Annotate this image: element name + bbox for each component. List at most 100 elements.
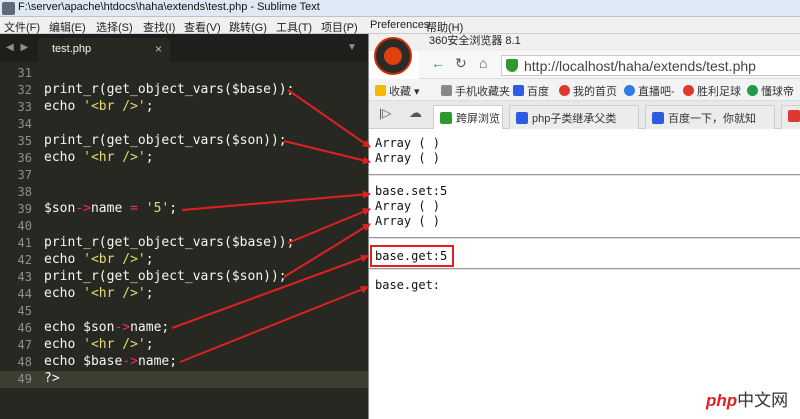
sidebar-toggle-icon[interactable]: |▷ bbox=[379, 106, 391, 120]
horizontal-rule bbox=[369, 268, 800, 270]
browser-window: 360安全浏览器 8.1 ← ↻ ⌂ http://localhost/haha… bbox=[368, 34, 800, 419]
security-shield-icon bbox=[506, 59, 518, 72]
code-line[interactable]: echo '<br />'; bbox=[44, 99, 154, 114]
code-line[interactable]: echo $base->name; bbox=[44, 354, 177, 369]
editor-tab-label: test.php bbox=[52, 43, 92, 55]
refresh-icon[interactable]: ↻ bbox=[455, 55, 467, 72]
menu-file[interactable]: 文件(F) bbox=[4, 19, 40, 35]
menu-project[interactable]: 项目(P) bbox=[321, 19, 358, 35]
code-editor[interactable]: 31 32 33 34 35 36 37 38 39 40 41 42 43 44 45 46 47 48 49 p… bbox=[0, 62, 370, 419]
menu-selection[interactable]: 选择(S) bbox=[96, 19, 133, 35]
browser-tab-php[interactable]: php子类继承父类 bbox=[509, 105, 639, 129]
menu-view[interactable]: 查看(V) bbox=[184, 19, 221, 35]
line-number: 35 bbox=[17, 134, 32, 148]
editor-tab-bar: ◀ ▶ test.php × bbox=[0, 34, 370, 62]
output-line: base.set:5 bbox=[375, 184, 448, 198]
url-text: http://localhost/haha/extends/test.php bbox=[524, 58, 756, 74]
output-line: Array ( ) bbox=[375, 199, 441, 213]
line-number: 39 bbox=[17, 202, 32, 216]
browser-tab-crossscreen[interactable]: 跨屏浏览 bbox=[433, 105, 503, 129]
bookmark-dongqiudi[interactable]: 懂球帝 bbox=[747, 83, 794, 99]
zhibo-icon bbox=[624, 85, 635, 96]
baidu-icon bbox=[513, 85, 524, 96]
browser-titlebar: 360安全浏览器 8.1 bbox=[369, 34, 800, 51]
tab-nav-arrows-icon[interactable]: ◀ ▶ bbox=[6, 42, 30, 53]
back-icon[interactable]: ← bbox=[431, 55, 445, 71]
line-number: 48 bbox=[17, 355, 32, 369]
line-number: 33 bbox=[17, 100, 32, 114]
cloud-icon[interactable]: ☁ bbox=[409, 105, 422, 121]
highlight-box bbox=[370, 245, 454, 267]
line-number: 38 bbox=[17, 185, 32, 199]
line-number: 32 bbox=[17, 83, 32, 97]
code-line[interactable]: ?> bbox=[44, 371, 60, 386]
horizontal-rule bbox=[369, 174, 800, 176]
weibo-icon bbox=[788, 110, 800, 122]
code-line[interactable]: print_r(get_object_vars($son)); bbox=[44, 269, 287, 284]
code-line[interactable]: echo '<hr />'; bbox=[44, 150, 154, 165]
dongqiudi-icon bbox=[747, 85, 758, 96]
url-input[interactable]: http://localhost/haha/extends/test.php bbox=[501, 55, 800, 76]
home-icon[interactable]: ⌂ bbox=[479, 55, 487, 71]
bookmark-football[interactable]: 胜利足球 bbox=[683, 83, 741, 99]
sublime-app-icon bbox=[2, 2, 15, 15]
menu-bar: 文件(F) 编辑(E) 选择(S) 查找(I) 查看(V) 跳转(G) 工具(T… bbox=[0, 17, 800, 34]
line-number: 40 bbox=[17, 219, 32, 233]
browser-tab-baidu[interactable]: 百度一下，你就知 bbox=[645, 105, 775, 129]
menu-edit[interactable]: 编辑(E) bbox=[49, 19, 86, 35]
line-number: 36 bbox=[17, 151, 32, 165]
menu-tools[interactable]: 工具(T) bbox=[276, 19, 312, 35]
page-content: Array ( ) Array ( ) base.set:5 Array ( )… bbox=[369, 130, 800, 419]
code-line[interactable]: print_r(get_object_vars($base)); bbox=[44, 82, 294, 97]
line-number: 47 bbox=[17, 338, 32, 352]
code-line[interactable]: echo '<br />'; bbox=[44, 252, 154, 267]
window-title: F:\server\apache\htdocs\haha\extends\tes… bbox=[18, 1, 320, 13]
star-icon bbox=[375, 85, 386, 96]
line-number: 46 bbox=[17, 321, 32, 335]
baidu-icon bbox=[516, 112, 528, 124]
menu-goto[interactable]: 跳转(G) bbox=[229, 19, 267, 35]
code-line[interactable]: $son->name = '5'; bbox=[44, 201, 177, 216]
browser-title: 360安全浏览器 8.1 bbox=[429, 35, 521, 47]
browser-logo-icon bbox=[374, 37, 412, 75]
menu-find[interactable]: 查找(I) bbox=[143, 19, 175, 35]
line-number: 43 bbox=[17, 270, 32, 284]
horizontal-rule bbox=[369, 237, 800, 239]
line-number: 41 bbox=[17, 236, 32, 250]
line-number: 49 bbox=[17, 372, 32, 386]
bookmark-baidu[interactable]: 百度 bbox=[513, 83, 549, 99]
bookmark-zhibo8[interactable]: 直播吧- bbox=[624, 83, 675, 99]
output-line: Array ( ) bbox=[375, 214, 441, 228]
browser-tab-extra[interactable] bbox=[781, 105, 800, 129]
line-number: 34 bbox=[17, 117, 32, 131]
line-number: 37 bbox=[17, 168, 32, 182]
baidu-icon bbox=[652, 112, 664, 124]
bookmark-homepage[interactable]: 我的首页 bbox=[559, 83, 617, 99]
address-bar: ← ↻ ⌂ http://localhost/haha/extends/test… bbox=[419, 51, 800, 79]
code-line[interactable]: print_r(get_object_vars($son)); bbox=[44, 133, 287, 148]
browser-tab-bar: |▷ ☁ 跨屏浏览 php子类继承父类 百度一下，你就知 bbox=[369, 101, 800, 129]
editor-tab-test-php[interactable]: test.php × bbox=[38, 38, 170, 62]
code-line[interactable]: echo '<hr />'; bbox=[44, 337, 154, 352]
menu-preferences[interactable]: Preferences bbox=[370, 19, 429, 31]
weibo-icon bbox=[683, 85, 694, 96]
phone-icon bbox=[441, 85, 452, 96]
output-line: Array ( ) bbox=[375, 151, 441, 165]
close-tab-icon[interactable]: × bbox=[155, 42, 162, 56]
line-number: 45 bbox=[17, 304, 32, 318]
code-line[interactable]: print_r(get_object_vars($base)); bbox=[44, 235, 294, 250]
code-line[interactable]: echo $son->name; bbox=[44, 320, 169, 335]
code-line[interactable]: echo '<hr />'; bbox=[44, 286, 154, 301]
line-number: 44 bbox=[17, 287, 32, 301]
weibo-icon bbox=[559, 85, 570, 96]
line-number: 31 bbox=[17, 66, 32, 80]
bookmark-mobile[interactable]: 手机收藏夹 bbox=[441, 83, 510, 99]
bookmarks-bar: 收藏 ▾ 手机收藏夹 百度 我的首页 直播吧- 胜利足球 懂球帝 bbox=[369, 79, 800, 101]
tab-dropdown-icon[interactable]: ▼ bbox=[347, 42, 357, 53]
output-line: Array ( ) bbox=[375, 136, 441, 150]
output-line: base.get: bbox=[375, 278, 441, 292]
line-number: 42 bbox=[17, 253, 32, 267]
window-titlebar: F:\server\apache\htdocs\haha\extends\tes… bbox=[0, 0, 800, 17]
bookmark-favorites[interactable]: 收藏 ▾ bbox=[375, 83, 420, 99]
crossscreen-icon bbox=[440, 112, 452, 124]
